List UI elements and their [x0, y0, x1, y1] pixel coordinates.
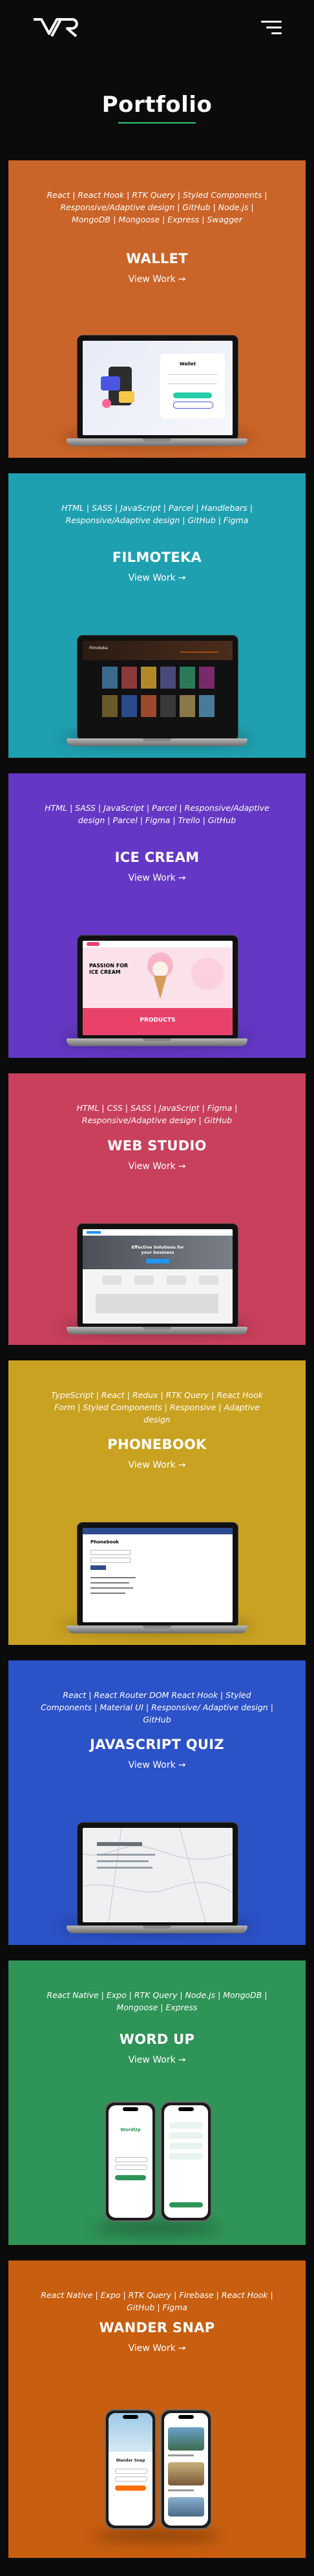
- view-work-link[interactable]: View Work →: [8, 1161, 306, 1172]
- project-card-word-up: React Native | Expo | RTK Query | Node.j…: [8, 1960, 306, 2245]
- laptop-mockup: PASSION FOR ICE CREAM PRODUCTS: [67, 935, 247, 1053]
- wander-snap-screenshot-2: [164, 2413, 208, 2526]
- laptop-mockup: Filmoteka: [67, 635, 247, 753]
- project-tags: React Native | Expo | RTK Query | Fireba…: [41, 2290, 273, 2312]
- wander-snap-screenshot: Wander Snap: [109, 2413, 152, 2526]
- project-card-phonebook: TypeScript | React | Redux | RTK Query |…: [8, 1360, 306, 1645]
- arrow-right-icon: →: [178, 1161, 186, 1172]
- project-tags: React | React Hook | RTK Query | Styled …: [47, 190, 267, 224]
- project-card-wander-snap: React Native | Expo | RTK Query | Fireba…: [8, 2260, 306, 2558]
- project-name: WORD UP: [119, 2032, 195, 2047]
- project-card-web-studio: HTML | CSS | SASS | JavaScript | Figma |…: [8, 1073, 306, 1345]
- project-tags: React Native | Expo | RTK Query | Node.j…: [47, 1990, 267, 2012]
- view-work-link[interactable]: View Work →: [8, 1760, 306, 1770]
- project-tags: TypeScript | React | Redux | RTK Query |…: [50, 1390, 264, 1424]
- project-name: WEB STUDIO: [107, 1138, 207, 1154]
- view-work-link[interactable]: View Work →: [8, 2343, 306, 2354]
- filmoteka-screenshot: Filmoteka: [83, 641, 233, 735]
- arrow-right-icon: →: [178, 1760, 186, 1770]
- arrow-right-icon: →: [178, 873, 186, 883]
- page-title: Portfolio: [101, 92, 213, 118]
- project-tags: HTML | CSS | SASS | JavaScript | Figma |…: [76, 1103, 238, 1125]
- phonebook-screenshot: Phonebook: [83, 1528, 233, 1622]
- javascript-quiz-screenshot: [83, 1828, 233, 1922]
- project-name: FILMOTEKA: [112, 550, 202, 565]
- project-tags: HTML | SASS | JavaScript | Parcel | Resp…: [45, 803, 269, 825]
- view-work-link[interactable]: View Work →: [8, 873, 306, 883]
- laptop-mockup: Effective Solutions for your business: [67, 1223, 247, 1341]
- project-tags: React | React Router DOM React Hook | St…: [41, 1690, 273, 1724]
- project-card-javascript-quiz: React | React Router DOM React Hook | St…: [8, 1660, 306, 1945]
- view-work-link[interactable]: View Work →: [8, 573, 306, 583]
- phone-mockup-left: WordUp: [105, 2101, 156, 2222]
- arrow-right-icon: →: [178, 2343, 186, 2354]
- project-name: WANDER SNAP: [99, 2320, 215, 2335]
- project-name: PHONEBOOK: [107, 1437, 207, 1452]
- arrow-right-icon: →: [178, 1460, 186, 1470]
- phone-mockup-right: [160, 2101, 212, 2222]
- laptop-mockup: Wallet: [67, 335, 247, 453]
- arrow-right-icon: →: [178, 573, 186, 583]
- wallet-screenshot: Wallet: [83, 341, 233, 435]
- title-underline: [118, 122, 196, 123]
- project-name: ICE CREAM: [114, 850, 200, 865]
- arrow-right-icon: →: [178, 2055, 186, 2065]
- view-work-link[interactable]: View Work →: [8, 2055, 306, 2065]
- site-header: [0, 0, 314, 58]
- hamburger-menu-icon[interactable]: [261, 19, 282, 36]
- arrow-right-icon: →: [178, 274, 186, 284]
- word-up-screenshot: WordUp: [109, 2105, 152, 2218]
- project-card-wallet: React | React Hook | RTK Query | Styled …: [8, 160, 306, 458]
- project-name: WALLET: [126, 251, 188, 266]
- ice-cream-screenshot: PASSION FOR ICE CREAM PRODUCTS: [83, 941, 233, 1035]
- project-tags: HTML | SASS | JavaScript | Parcel | Hand…: [61, 503, 253, 525]
- view-work-link[interactable]: View Work →: [8, 274, 306, 284]
- phone-mockup-left: Wander Snap: [105, 2409, 156, 2529]
- project-card-ice-cream: HTML | SASS | JavaScript | Parcel | Resp…: [8, 773, 306, 1058]
- laptop-mockup: Phonebook: [67, 1522, 247, 1640]
- project-name: JAVASCRIPT QUIZ: [90, 1737, 224, 1752]
- view-work-link[interactable]: View Work →: [8, 1460, 306, 1470]
- word-up-screenshot-2: [164, 2105, 208, 2218]
- vr-logo[interactable]: [32, 17, 81, 39]
- laptop-mockup: [67, 1822, 247, 1940]
- phone-mockup-right: [160, 2409, 212, 2529]
- project-card-filmoteka: HTML | SASS | JavaScript | Parcel | Hand…: [8, 473, 306, 758]
- web-studio-screenshot: Effective Solutions for your business: [83, 1229, 233, 1324]
